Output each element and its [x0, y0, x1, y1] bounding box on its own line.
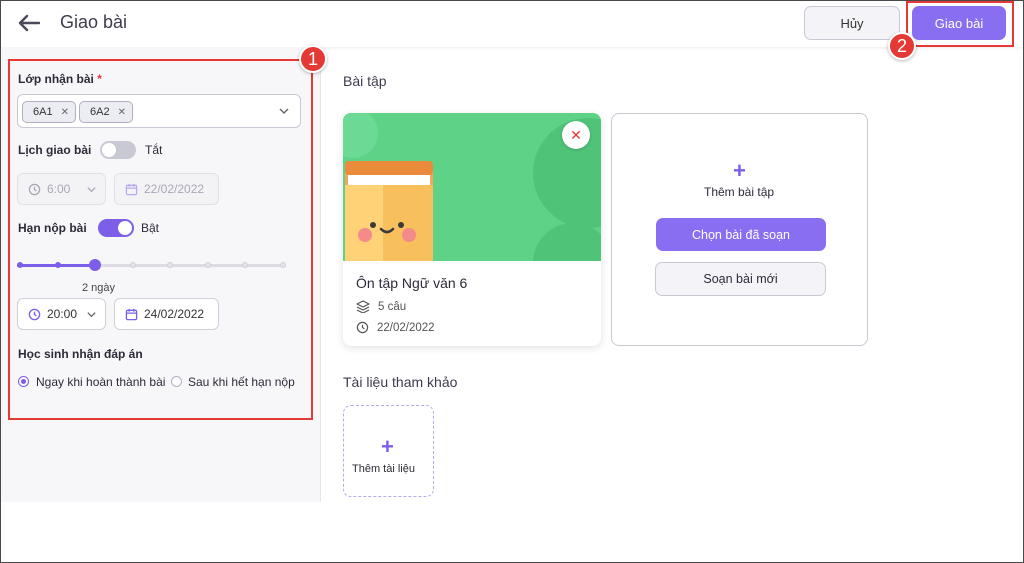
back-arrow-icon[interactable]: [16, 10, 42, 36]
compose-new-button[interactable]: Soạn bài mới: [655, 262, 826, 296]
clock-icon: [356, 321, 369, 334]
annotation-highlight-submit: [906, 1, 1014, 47]
exercise-date-value: 22/02/2022: [377, 321, 435, 334]
plus-icon: +: [381, 434, 394, 459]
cancel-button[interactable]: Hủy: [804, 6, 900, 40]
add-exercise-label: Thêm bài tập: [704, 185, 775, 199]
exercise-card[interactable]: ✕ Ôn tập Ngữ văn 6 5 câu 22/02/2022: [343, 113, 601, 346]
exercise-date: 22/02/2022: [356, 321, 435, 334]
annotation-badge-1: 1: [299, 45, 327, 73]
exercises-section-title: Bài tập: [343, 73, 387, 89]
layers-icon: [356, 300, 370, 313]
page-title: Giao bài: [60, 12, 128, 32]
annotation-highlight-settings: [8, 59, 313, 420]
add-document-label: Thêm tài liệu: [352, 463, 415, 475]
add-document-card[interactable]: + Thêm tài liệu: [343, 405, 434, 497]
add-exercise-card: + Thêm bài tập Chọn bài đã soạn Soạn bài…: [611, 113, 868, 346]
exercise-questions: 5 câu: [356, 300, 406, 313]
annotation-badge-2: 2: [888, 32, 916, 60]
references-section-title: Tài liệu tham khảo: [343, 374, 458, 390]
choose-prepared-button[interactable]: Chọn bài đã soạn: [656, 218, 826, 251]
exercise-title: Ôn tập Ngữ văn 6: [356, 275, 468, 291]
plus-icon[interactable]: +: [733, 158, 746, 184]
exercise-questions-count: 5 câu: [378, 300, 407, 313]
remove-exercise-icon[interactable]: ✕: [562, 121, 590, 149]
